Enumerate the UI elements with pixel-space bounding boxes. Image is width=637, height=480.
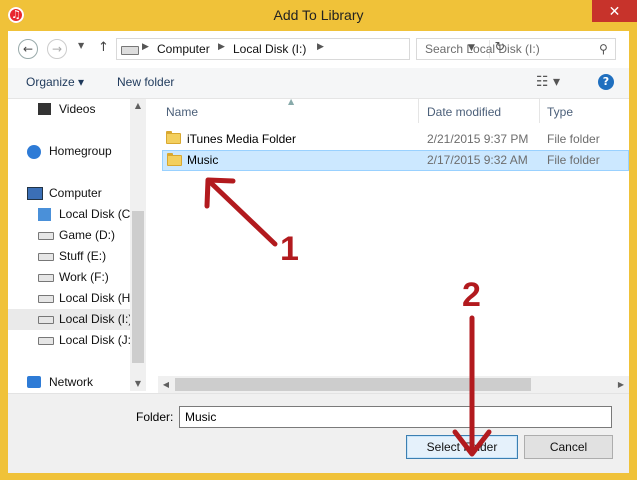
dialog-window: Add To Library ✕ ← → ▼ ↑ ▶ Computer ▶ Lo… — [0, 0, 637, 480]
annotation-step-1: 1 — [280, 230, 299, 268]
annotation-step-2: 2 — [462, 276, 481, 314]
annotation-arrow-1 — [207, 179, 278, 247]
annotation-overlay — [204, 177, 492, 457]
